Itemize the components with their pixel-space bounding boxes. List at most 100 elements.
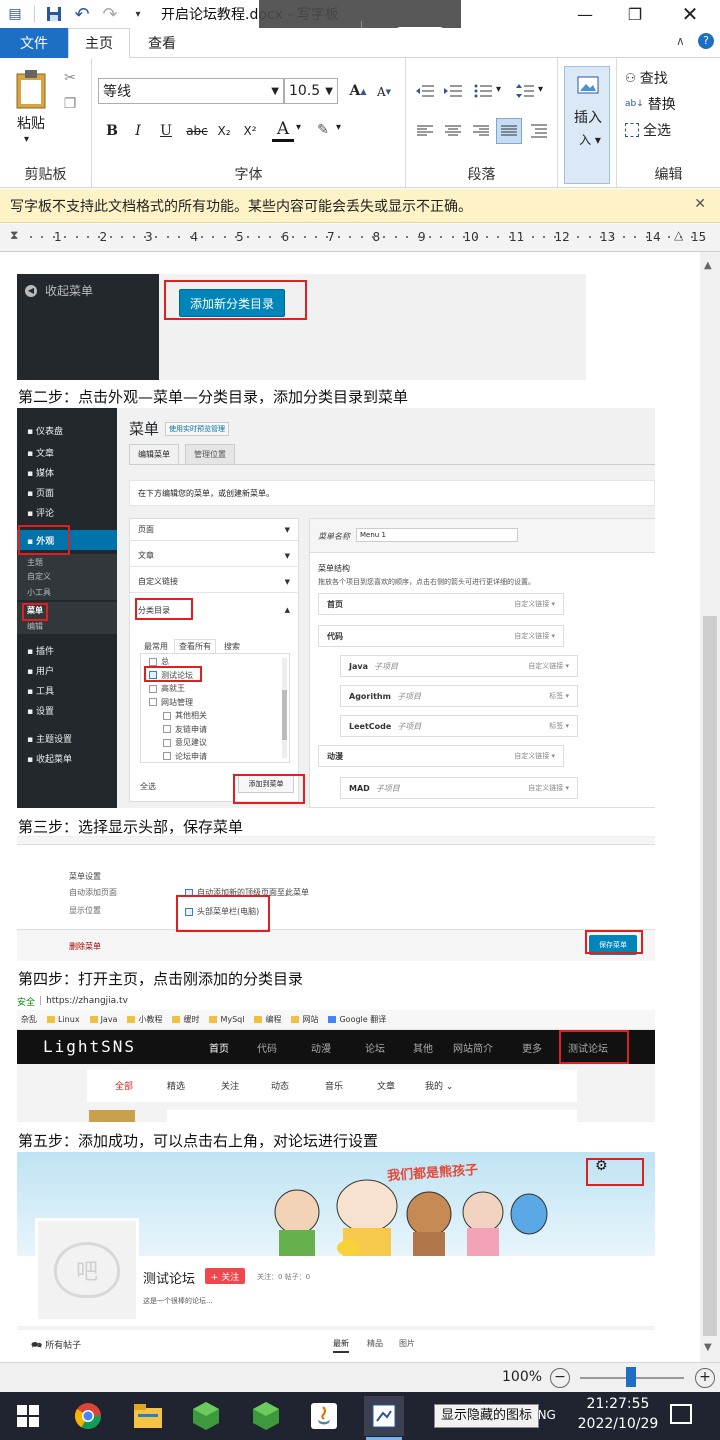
vertical-scrollbar[interactable]: ▲ ▼	[700, 252, 720, 1362]
tab-featured: 精品	[367, 1339, 383, 1348]
align-center-icon[interactable]	[442, 120, 464, 142]
bookmark-item: 小教程	[127, 1014, 162, 1025]
paste-icon[interactable]	[10, 66, 54, 114]
scrollbar-thumb[interactable]	[703, 616, 717, 1336]
customize-toolbar-icon[interactable]: ▾	[129, 5, 147, 23]
ruler-dot	[657, 236, 659, 238]
chrome-icon[interactable]	[72, 1400, 104, 1432]
bold-button[interactable]: B	[102, 120, 122, 142]
paragraph-settings-icon[interactable]	[528, 120, 550, 142]
wordpad-taskbar-icon[interactable]	[364, 1396, 404, 1436]
font-size-select[interactable]: 10.5 ▼	[284, 78, 338, 104]
site-nav-item: 动漫	[311, 1044, 331, 1055]
strikethrough-button[interactable]: abc	[184, 120, 210, 142]
align-right-icon[interactable]	[470, 120, 492, 142]
menu-structure-item: Agorithm 子项目 标签 ▾	[340, 685, 578, 707]
manage-locations-tab: 管理位置	[185, 444, 235, 464]
menu-item-type: 自定义链接 ▾	[514, 632, 555, 640]
font-color-button[interactable]: A	[272, 118, 294, 142]
insert-dropdown-icon: 入 ▾	[579, 132, 601, 147]
clock-date[interactable]: 2022/10/29	[568, 1416, 668, 1432]
wp-sidebar-item: ▪ 工具	[27, 686, 54, 697]
document-area[interactable]: ◀ 收起菜单 添加新分类目录 第二步：点击外观—菜单—分类目录，添加分类目录到菜…	[0, 252, 700, 1362]
minimize-button[interactable]: —	[560, 0, 610, 28]
highlight-dropdown-icon[interactable]: ▾	[336, 122, 341, 133]
category-label: 友链申请	[175, 724, 207, 734]
zoom-in-icon[interactable]: +	[695, 1368, 715, 1388]
help-icon[interactable]: ?	[698, 33, 714, 49]
app-cube-icon-2[interactable]	[250, 1400, 282, 1432]
ruler-tick-label: 4	[190, 230, 199, 244]
scroll-up-icon[interactable]: ▲	[704, 260, 712, 271]
notification-icon[interactable]	[670, 1404, 692, 1424]
paste-dropdown-icon[interactable]: ▾	[24, 134, 29, 145]
line-spacing-dropdown-icon[interactable]: ▾	[538, 84, 543, 95]
align-left-icon[interactable]	[414, 120, 436, 142]
italic-button[interactable]: I	[128, 120, 148, 142]
tab-view[interactable]: 查看	[130, 28, 194, 58]
close-button[interactable]: ✕	[665, 0, 715, 28]
font-size-value: 10.5	[289, 83, 321, 99]
indent-marker-icon[interactable]: ⧗	[10, 228, 18, 243]
subnav-bar: 全部 精选 关注 动态 音乐 文章 我的 ⌄	[87, 1070, 577, 1102]
menu-item-name: MAD	[349, 783, 370, 793]
highlight-box	[18, 525, 70, 555]
paste-label[interactable]: 粘贴	[8, 114, 54, 132]
clock-time[interactable]: 21:27:55	[568, 1396, 668, 1412]
close-warning-icon[interactable]: ✕	[694, 196, 706, 212]
java-icon[interactable]	[308, 1400, 340, 1432]
bullet-dropdown-icon[interactable]: ▾	[496, 84, 501, 95]
wp-sidebar-item: ▪ 仪表盘	[27, 426, 63, 437]
highlight-box	[233, 774, 305, 804]
menu-item-type: 标签 ▾	[549, 692, 569, 700]
scroll-down-icon[interactable]: ▼	[704, 1342, 712, 1353]
windows-start-icon[interactable]	[12, 1400, 44, 1432]
ruler-dot	[451, 236, 454, 238]
maximize-button[interactable]: ❐	[610, 0, 660, 28]
find-label: 查找	[639, 71, 668, 87]
right-indent-marker-icon[interactable]: △	[674, 228, 683, 242]
replace-button[interactable]: ab↓ 替换	[625, 94, 676, 114]
decrease-indent-icon[interactable]	[414, 80, 436, 102]
bullet-list-icon[interactable]	[472, 80, 494, 102]
menu-item-type: 自定义链接 ▾	[528, 662, 569, 670]
highlight-box	[144, 666, 202, 682]
font-group-label: 字体	[234, 167, 263, 183]
highlight-icon[interactable]: ✎	[312, 118, 334, 142]
status-bar: 100% − +	[0, 1362, 720, 1392]
zoom-out-icon[interactable]: −	[550, 1368, 570, 1388]
ruler[interactable]: ⧗ 1 2 3 4 5 6 7 8 9 10 11 12 13 14 15 △	[0, 224, 720, 252]
ruler-dot	[235, 236, 238, 238]
undo-icon[interactable]: ↶	[73, 4, 91, 25]
collapse-ribbon-icon[interactable]: ∧	[676, 34, 685, 48]
find-button[interactable]: ⚇ 查找	[625, 68, 668, 88]
font-color-dropdown-icon[interactable]: ▾	[296, 122, 301, 133]
tab-home[interactable]: 主页	[68, 28, 130, 58]
subscript-button[interactable]: X₂	[214, 120, 234, 142]
superscript-button[interactable]: X²	[240, 120, 260, 142]
checkbox-icon	[149, 698, 157, 706]
zoom-slider-thumb[interactable]	[626, 1367, 636, 1387]
justify-icon[interactable]	[496, 118, 522, 144]
select-all-button[interactable]: 全选	[625, 120, 671, 140]
highlight-box	[585, 930, 643, 954]
file-explorer-icon[interactable]	[132, 1400, 164, 1432]
highlight-box	[135, 598, 193, 620]
line-spacing-icon[interactable]	[514, 80, 536, 102]
ruler-dot	[554, 236, 557, 238]
cut-icon[interactable]: ✂	[60, 68, 80, 88]
category-label: 意见建议	[175, 738, 207, 747]
underline-button[interactable]: U	[156, 120, 176, 142]
save-icon[interactable]	[45, 5, 63, 23]
grow-font-button[interactable]: A ▲	[348, 80, 368, 102]
app-cube-icon[interactable]	[190, 1400, 222, 1432]
font-family-select[interactable]: 等线 ▼	[98, 78, 284, 104]
increase-indent-icon[interactable]	[442, 80, 464, 102]
redo-icon[interactable]: ↷	[101, 4, 119, 25]
wp-sidebar-item: 小工具	[17, 584, 117, 600]
copy-icon[interactable]: ❐	[60, 94, 80, 114]
shrink-font-button[interactable]: A ▼	[374, 82, 394, 102]
folder-icon	[47, 1016, 55, 1023]
tab-file[interactable]: 文件	[0, 28, 68, 58]
thumbnail	[89, 1110, 135, 1122]
